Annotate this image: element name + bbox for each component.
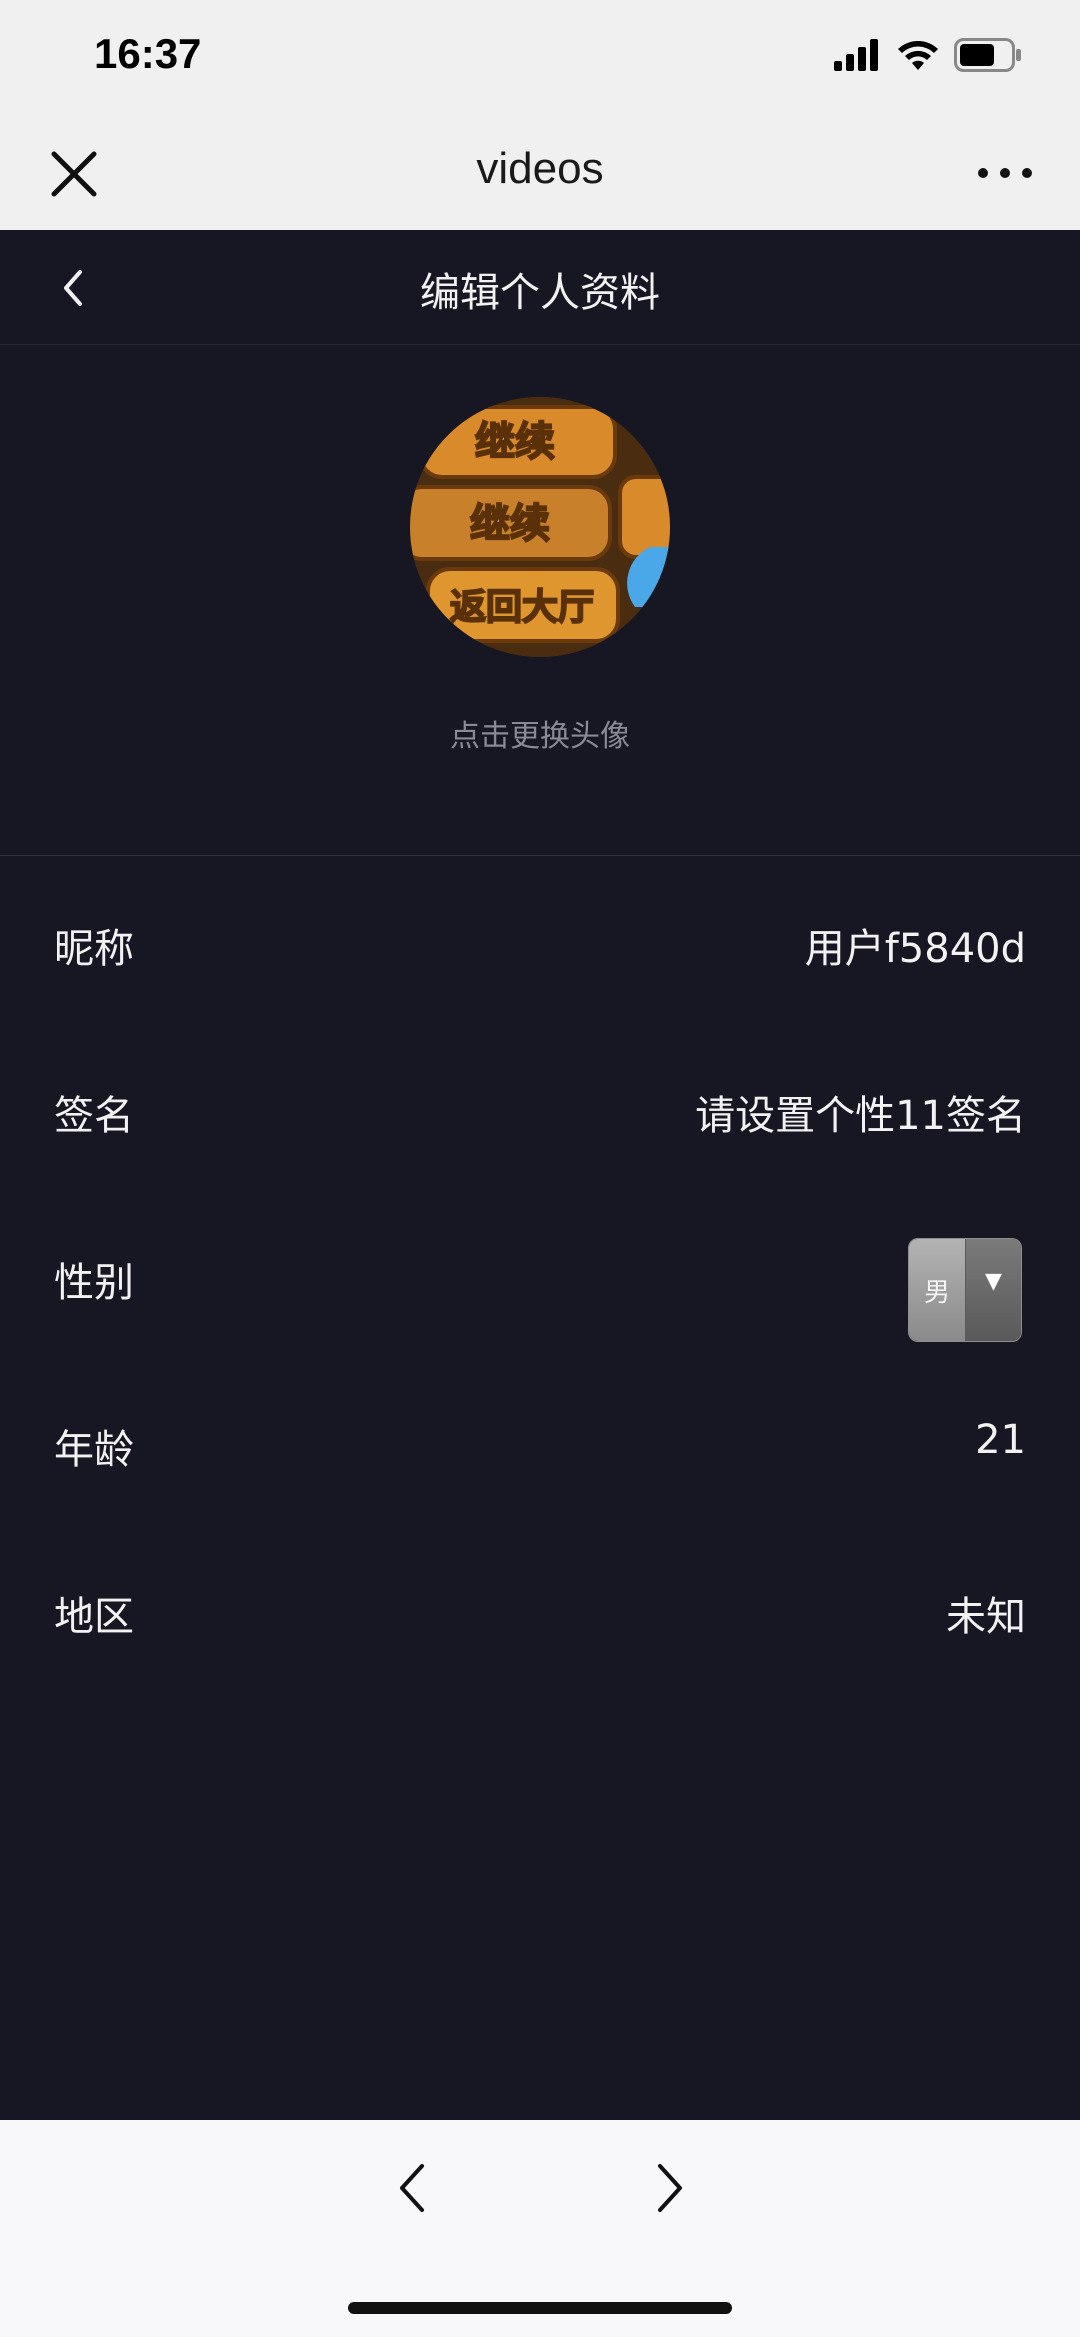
avatar-image-text: 继续 [470,501,550,547]
nickname-value[interactable]: 用户f5840d [805,916,1026,974]
field-label: 地区 [54,1594,134,1640]
avatar-image: 继续 继续 返回大厅 [410,397,670,657]
more-icon[interactable] [978,168,1032,178]
avatar-section: 继续 继续 返回大厅 点击更换头像 [0,345,1080,856]
status-time: 16:37 [94,30,202,77]
signal-icon [834,39,878,71]
field-label: 年龄 [54,1427,134,1473]
battery-icon [954,38,1021,72]
home-indicator [348,2302,732,2314]
field-region[interactable]: 地区 未知 [0,1548,1080,1668]
field-signature[interactable]: 签名 请设置个性11签名 [0,1047,1080,1167]
dropdown-arrow-icon: ▼ [966,1239,1021,1341]
region-value[interactable]: 未知 [946,1584,1026,1642]
change-avatar-hint[interactable]: 点击更换头像 [0,711,1080,755]
gender-value: 男 [909,1239,966,1341]
avatar-image-text: 返回大厅 [450,587,594,628]
status-bar: 16:37 [0,0,1080,118]
more-dot [1000,168,1010,178]
chevron-right-icon[interactable] [650,2160,690,2216]
field-gender: 性别 男 ▼ [0,1214,1080,1342]
chevron-left-icon[interactable] [392,2160,432,2216]
field-age[interactable]: 年龄 21 [0,1381,1080,1501]
field-label: 性别 [54,1260,134,1306]
browser-header: videos [0,118,1080,230]
gender-select[interactable]: 男 ▼ [908,1238,1022,1342]
browser-title: videos [476,144,604,193]
more-dot [978,168,988,178]
page-title: 编辑个人资料 [420,270,660,316]
avatar-image-text: 继续 [475,419,555,465]
wifi-icon [898,41,938,70]
more-dot [1022,168,1032,178]
app-header: 编辑个人资料 [0,230,1080,345]
field-label: 签名 [54,1093,134,1139]
status-icons [834,38,1024,72]
age-value[interactable]: 21 [975,1417,1026,1463]
field-nickname[interactable]: 昵称 用户f5840d [0,880,1080,1000]
signature-value[interactable]: 请设置个性11签名 [695,1083,1026,1141]
avatar[interactable]: 继续 继续 返回大厅 [410,397,670,657]
field-label: 昵称 [54,926,134,972]
